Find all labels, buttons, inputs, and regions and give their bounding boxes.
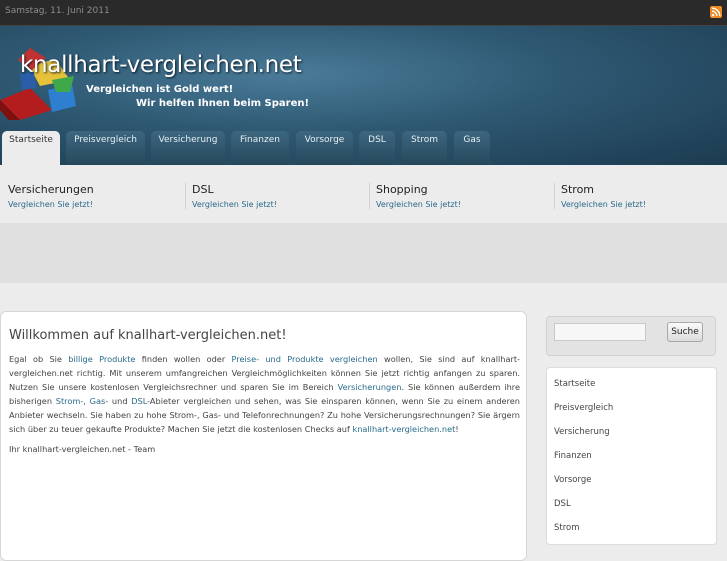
sidebar-item-preisvergleich[interactable]: Preisvergleich — [547, 396, 716, 420]
rss-feed-icon[interactable] — [710, 6, 722, 18]
main-content: Willkommen auf knallhart-vergleichen.net… — [0, 311, 527, 561]
teaser-dsl: DSL Vergleichen Sie jetzt! — [185, 183, 362, 209]
sidebar-item-startseite[interactable]: Startseite — [547, 372, 716, 396]
teaser-title: DSL — [192, 183, 214, 196]
current-date: Samstag, 11. Juni 2011 — [5, 6, 110, 16]
teaser-link[interactable]: Vergleichen Sie jetzt! — [376, 200, 546, 209]
sidebar-item-strom[interactable]: Strom — [547, 516, 716, 540]
tab-startseite[interactable]: Startseite — [2, 131, 60, 165]
main-navigation: Startseite Preisvergleich Versicherung F… — [0, 131, 727, 165]
text-segment: - und — [105, 396, 132, 406]
link-site-home[interactable]: knallhart-vergleichen.net — [352, 424, 455, 434]
site-title[interactable]: knallhart-vergleichen.net — [20, 52, 302, 78]
banner-area — [0, 223, 727, 283]
teaser-strom: Strom Vergleichen Sie jetzt! — [554, 183, 727, 209]
teaser-title: Strom — [561, 183, 595, 196]
sidebar-item-vorsorge[interactable]: Vorsorge — [547, 468, 716, 492]
teaser-link[interactable]: Vergleichen Sie jetzt! — [8, 200, 178, 209]
link-preise-vergleichen[interactable]: Preise- und Produkte vergleichen — [232, 354, 378, 364]
tab-vorsorge[interactable]: Vorsorge — [296, 131, 353, 165]
teaser-link[interactable]: Vergleichen Sie jetzt! — [192, 200, 362, 209]
teaser-row: Versicherungen Vergleichen Sie jetzt! DS… — [0, 165, 727, 223]
sidebar-item-versicherung[interactable]: Versicherung — [547, 420, 716, 444]
tab-dsl[interactable]: DSL — [359, 131, 395, 165]
slogan-line-2: Wir helfen Ihnen beim Sparen! — [136, 98, 310, 109]
tab-finanzen[interactable]: Finanzen — [231, 131, 289, 165]
teaser-title: Shopping — [376, 183, 428, 196]
tab-versicherung[interactable]: Versicherung — [151, 131, 225, 165]
top-bar: Samstag, 11. Juni 2011 — [0, 0, 727, 26]
slogan-line-1: Vergleichen ist Gold wert! — [86, 84, 234, 95]
sidebar: Suche Startseite Preisvergleich Versiche… — [540, 311, 720, 551]
sidebar-item-dsl[interactable]: DSL — [547, 492, 716, 516]
sidebar-item-finanzen[interactable]: Finanzen — [547, 444, 716, 468]
teaser-shopping: Shopping Vergleichen Sie jetzt! — [369, 183, 546, 209]
link-billige-produkte[interactable]: billige Produkte — [68, 354, 135, 364]
text-segment: ! — [455, 424, 459, 434]
teaser-versicherungen: Versicherungen Vergleichen Sie jetzt! — [2, 183, 178, 209]
tab-preisvergleich[interactable]: Preisvergleich — [66, 131, 145, 165]
text-segment: finden wollen oder — [135, 354, 232, 364]
intro-paragraph: Egal ob Sie billige Produkte finden woll… — [9, 352, 520, 436]
teaser-title: Versicherungen — [8, 183, 94, 196]
signature: Ihr knallhart-vergleichen.net - Team — [9, 444, 156, 454]
search-button[interactable]: Suche — [667, 322, 703, 342]
sidebar-menu: Startseite Preisvergleich Versicherung F… — [546, 367, 717, 545]
link-strom[interactable]: Strom- — [56, 396, 84, 406]
link-versicherungen[interactable]: Versicherungen — [338, 382, 402, 392]
tab-strom[interactable]: Strom — [402, 131, 447, 165]
search-box: Suche — [546, 316, 716, 356]
tab-gas[interactable]: Gas — [454, 131, 490, 165]
link-gas[interactable]: Gas — [90, 396, 106, 406]
link-dsl[interactable]: DSL — [131, 396, 147, 406]
search-input[interactable] — [554, 323, 646, 341]
teaser-link[interactable]: Vergleichen Sie jetzt! — [561, 200, 727, 209]
page-title: Willkommen auf knallhart-vergleichen.net… — [9, 328, 287, 343]
text-segment: Egal ob Sie — [9, 354, 69, 364]
